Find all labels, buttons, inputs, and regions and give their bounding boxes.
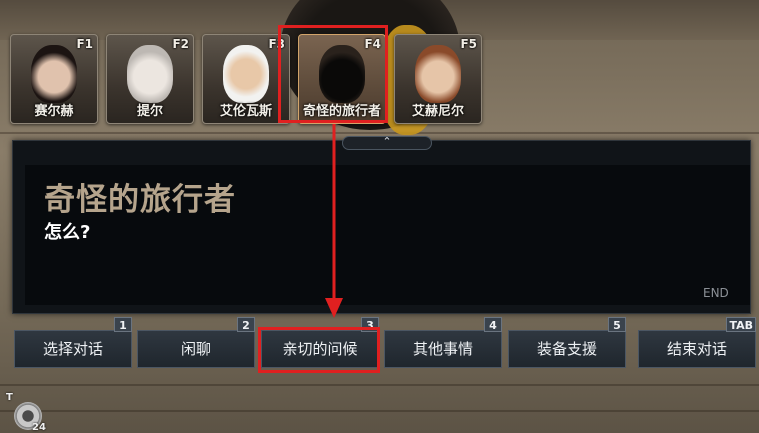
npc-face-icon [415, 45, 461, 103]
action-label: 其他事情 [412, 340, 473, 358]
action-button-chat[interactable]: 闲聊 2 [137, 317, 255, 368]
action-hotkey: 2 [237, 317, 255, 332]
npc-name: 奇怪的旅行者 [302, 104, 381, 119]
npc-name: 赛尔赫 [34, 104, 74, 119]
hotkey-label: F3 [268, 37, 285, 51]
hud-indicator: T 24 [6, 392, 50, 433]
hotkey-label: F5 [460, 37, 477, 51]
npc-portrait-f2[interactable]: F2 提尔 [106, 34, 194, 124]
action-label: 闲聊 [180, 340, 211, 358]
speaker-name: 奇怪的旅行者 [44, 182, 236, 218]
npc-portrait-f5[interactable]: F5 艾赫尼尔 [394, 34, 482, 124]
action-button-end-dialog[interactable]: 结束对话 TAB [638, 317, 756, 368]
action-label: 结束对话 [666, 340, 727, 358]
npc-portrait-bar: F1 赛尔赫 F2 提尔 F3 艾伦瓦斯 F4 奇怪的旅行者 F5 艾赫尼尔 [10, 28, 482, 124]
npc-portrait-f3[interactable]: F3 艾伦瓦斯 [202, 34, 290, 124]
hud-letter: T [6, 392, 13, 403]
action-button-greeting[interactable]: 亲切的问候 3 [261, 317, 379, 368]
floor-plank [0, 384, 759, 386]
action-hotkey: 1 [114, 317, 132, 332]
action-label: 装备支援 [536, 340, 597, 358]
npc-portrait-f1[interactable]: F1 赛尔赫 [10, 34, 98, 124]
floor-plank [0, 132, 759, 134]
action-button-equipment-support[interactable]: 装备支援 5 [508, 317, 626, 368]
action-button-other[interactable]: 其他事情 4 [384, 317, 502, 368]
action-hotkey: TAB [726, 317, 756, 332]
action-hotkey: 5 [608, 317, 626, 332]
action-button-select-dialog[interactable]: 选择对话 1 [14, 317, 132, 368]
chevron-up-icon: ⌃ [382, 135, 392, 148]
collapse-toggle[interactable]: ⌃ [342, 136, 432, 150]
dialog-line: 怎么? [44, 222, 91, 243]
action-hotkey: 4 [484, 317, 502, 332]
hooded-traveler-icon [319, 45, 365, 103]
floor-plank [0, 410, 759, 412]
npc-face-icon [127, 45, 173, 103]
npc-name: 提尔 [136, 104, 163, 119]
hotkey-label: F1 [76, 37, 93, 51]
hud-count: 24 [32, 422, 46, 433]
npc-name: 艾赫尼尔 [411, 104, 464, 119]
hotkey-label: F4 [364, 37, 381, 51]
action-label: 亲切的问候 [282, 340, 358, 358]
dialog-panel [12, 140, 751, 314]
npc-portrait-f4[interactable]: F4 奇怪的旅行者 [298, 34, 386, 124]
end-indicator: END [703, 286, 729, 300]
action-label: 选择对话 [42, 340, 103, 358]
action-hotkey: 3 [361, 317, 379, 332]
npc-name: 艾伦瓦斯 [219, 104, 272, 119]
hotkey-label: F2 [172, 37, 189, 51]
dialog-action-bar: 选择对话 1 闲聊 2 亲切的问候 3 其他事情 4 装备支援 5 结束对话 T… [12, 316, 757, 376]
npc-face-icon [31, 45, 77, 103]
npc-face-icon [223, 45, 269, 103]
